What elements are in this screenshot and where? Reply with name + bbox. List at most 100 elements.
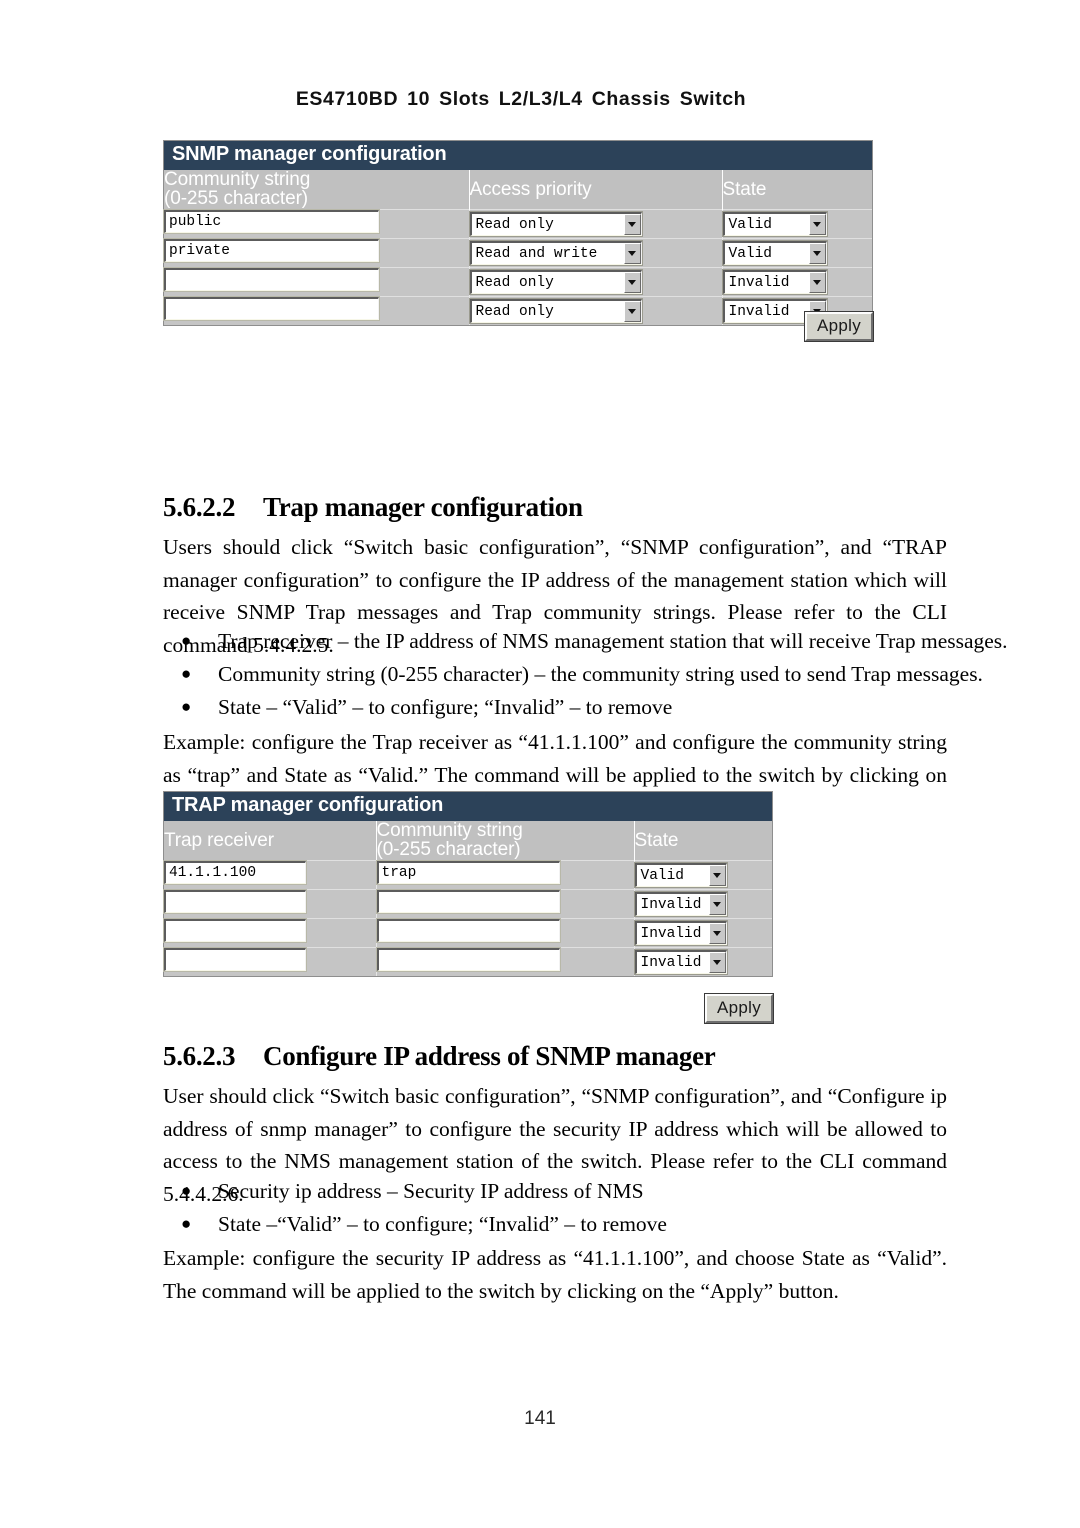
snmp-access-value-2: Read only bbox=[475, 274, 554, 291]
snmp-cell-community-0: public bbox=[163, 208, 469, 239]
trap-state-select-0[interactable]: Valid bbox=[633, 861, 728, 888]
snmp-state-select-0[interactable]: Valid bbox=[721, 210, 828, 237]
table-row: public Read only Valid bbox=[163, 208, 872, 239]
trap-cell-state-2: Invalid bbox=[633, 917, 772, 948]
list-item-text: State – “Valid” – to configure; “Invalid… bbox=[218, 695, 673, 719]
trap-cell-receiver-2 bbox=[163, 917, 376, 948]
snmp-access-value-0: Read only bbox=[475, 216, 554, 233]
trap-cell-community-1 bbox=[375, 888, 634, 919]
snmp-state-value-1: Valid bbox=[728, 245, 773, 262]
snmp-col-access-priority: Access priority bbox=[468, 170, 722, 210]
section-title-5623: Configure IP address of SNMP manager bbox=[263, 1041, 716, 1071]
trap-apply-button[interactable]: Apply bbox=[703, 993, 775, 1024]
list-item: ● State – “Valid” – to configure; “Inval… bbox=[163, 691, 947, 724]
trap-community-input-1[interactable] bbox=[375, 888, 561, 914]
chevron-down-icon[interactable] bbox=[708, 864, 726, 886]
trap-state-value-2: Invalid bbox=[640, 925, 702, 942]
snmp-cell-community-2 bbox=[163, 266, 469, 297]
trap-community-input-3[interactable] bbox=[375, 946, 561, 972]
section-heading-5622: 5.6.2.2 Trap manager configuration bbox=[163, 492, 583, 523]
chevron-down-icon[interactable] bbox=[623, 242, 641, 264]
snmp-cell-access-0: Read only bbox=[468, 208, 722, 239]
table-row: Invalid bbox=[163, 888, 772, 919]
list-item-text: Trap receiver – the IP address of NMS ma… bbox=[218, 629, 1008, 653]
bullet-icon: ● bbox=[181, 1214, 192, 1233]
snmp-apply-button[interactable]: Apply bbox=[803, 311, 875, 342]
page-number: 141 bbox=[524, 1408, 556, 1429]
trap-cell-state-0: Valid bbox=[633, 859, 772, 890]
snmp-cell-state-1: Valid bbox=[721, 237, 872, 268]
trap-community-input-0[interactable]: trap bbox=[375, 859, 561, 885]
list-item-text: Community string (0-255 character) – the… bbox=[218, 662, 983, 686]
chevron-down-icon[interactable] bbox=[708, 893, 726, 915]
snmp-cell-access-1: Read and write bbox=[468, 237, 722, 268]
trap-cell-receiver-1 bbox=[163, 888, 376, 919]
trap-state-value-3: Invalid bbox=[640, 954, 702, 971]
list-item: ● Trap receiver – the IP address of NMS … bbox=[163, 625, 1008, 658]
table-row: Invalid bbox=[163, 946, 772, 976]
snmp-apply-bar: Apply bbox=[163, 311, 875, 342]
section-5623-example-paragraph: Example: configure the security IP addre… bbox=[163, 1246, 947, 1303]
chevron-down-icon[interactable] bbox=[708, 951, 726, 973]
table-row: 41.1.1.100 trap Valid bbox=[163, 859, 772, 890]
trap-cell-community-3 bbox=[375, 946, 634, 976]
snmp-community-input-0[interactable]: public bbox=[163, 208, 380, 234]
trap-col-community-line1: Community string bbox=[376, 820, 523, 841]
snmp-col-community-string: Community string (0-255 character) bbox=[164, 170, 469, 210]
trap-cell-receiver-0: 41.1.1.100 bbox=[163, 859, 376, 890]
trap-cell-community-2 bbox=[375, 917, 634, 948]
bullet-icon: ● bbox=[181, 631, 192, 650]
trap-cell-state-1: Invalid bbox=[633, 888, 772, 919]
table-row: private Read and write Valid bbox=[163, 237, 872, 268]
snmp-table: Community string (0-255 character) Acces… bbox=[163, 170, 872, 325]
trap-community-input-2[interactable] bbox=[375, 917, 561, 943]
table-row: Read only Invalid bbox=[163, 266, 872, 297]
section-5623-bullet-list: ● Security ip address – Security IP addr… bbox=[163, 1175, 947, 1241]
trap-receiver-input-1[interactable] bbox=[163, 888, 307, 914]
section-title-5622: Trap manager configuration bbox=[263, 492, 583, 522]
snmp-community-input-2[interactable] bbox=[163, 266, 380, 292]
section-number-5623: 5.6.2.3 bbox=[163, 1041, 236, 1071]
trap-cell-state-3: Invalid bbox=[633, 946, 772, 976]
snmp-cell-state-2: Invalid bbox=[721, 266, 872, 297]
section-heading-5623: 5.6.2.3 Configure IP address of SNMP mana… bbox=[163, 1041, 716, 1072]
trap-state-value-1: Invalid bbox=[640, 896, 702, 913]
snmp-state-select-1[interactable]: Valid bbox=[721, 239, 828, 266]
trap-state-select-3[interactable]: Invalid bbox=[633, 948, 728, 975]
snmp-cell-state-0: Valid bbox=[721, 208, 872, 239]
list-item: ● Security ip address – Security IP addr… bbox=[163, 1175, 947, 1208]
trap-table-header-row: Trap receiver Community string (0-255 ch… bbox=[164, 820, 772, 861]
chevron-down-icon[interactable] bbox=[708, 922, 726, 944]
snmp-access-select-2[interactable]: Read only bbox=[468, 268, 643, 295]
trap-panel-title: TRAP manager configuration bbox=[164, 792, 772, 821]
snmp-cell-access-2: Read only bbox=[468, 266, 722, 297]
snmp-access-select-1[interactable]: Read and write bbox=[468, 239, 643, 266]
chevron-down-icon[interactable] bbox=[808, 242, 826, 264]
trap-receiver-input-2[interactable] bbox=[163, 917, 307, 943]
table-row: Invalid bbox=[163, 917, 772, 948]
bullet-icon: ● bbox=[181, 1181, 192, 1200]
snmp-table-header-row: Community string (0-255 character) Acces… bbox=[164, 170, 872, 210]
trap-state-select-1[interactable]: Invalid bbox=[633, 890, 728, 917]
snmp-community-input-1[interactable]: private bbox=[163, 237, 380, 263]
list-item-text: State –“Valid” – to configure; “Invalid”… bbox=[218, 1212, 667, 1236]
snmp-state-select-2[interactable]: Invalid bbox=[721, 268, 828, 295]
snmp-col-state: State bbox=[721, 170, 872, 210]
chevron-down-icon[interactable] bbox=[623, 271, 641, 293]
list-item-text: Security ip address – Security IP addres… bbox=[218, 1179, 644, 1203]
document-page: ES4710BD 10 Slots L2/L3/L4 Chassis Switc… bbox=[0, 0, 1080, 1528]
trap-state-select-2[interactable]: Invalid bbox=[633, 919, 728, 946]
trap-cell-receiver-3 bbox=[163, 946, 376, 976]
snmp-access-value-1: Read and write bbox=[475, 245, 598, 262]
chevron-down-icon[interactable] bbox=[808, 213, 826, 235]
trap-apply-bar: Apply bbox=[163, 993, 775, 1024]
trap-cell-community-0: trap bbox=[375, 859, 634, 890]
snmp-access-select-0[interactable]: Read only bbox=[468, 210, 643, 237]
snmp-state-value-2: Invalid bbox=[728, 274, 790, 291]
chevron-down-icon[interactable] bbox=[808, 271, 826, 293]
list-item: ● Community string (0-255 character) – t… bbox=[163, 658, 983, 691]
trap-table: Trap receiver Community string (0-255 ch… bbox=[163, 820, 772, 976]
trap-receiver-input-3[interactable] bbox=[163, 946, 307, 972]
chevron-down-icon[interactable] bbox=[623, 213, 641, 235]
trap-receiver-input-0[interactable]: 41.1.1.100 bbox=[163, 859, 307, 885]
